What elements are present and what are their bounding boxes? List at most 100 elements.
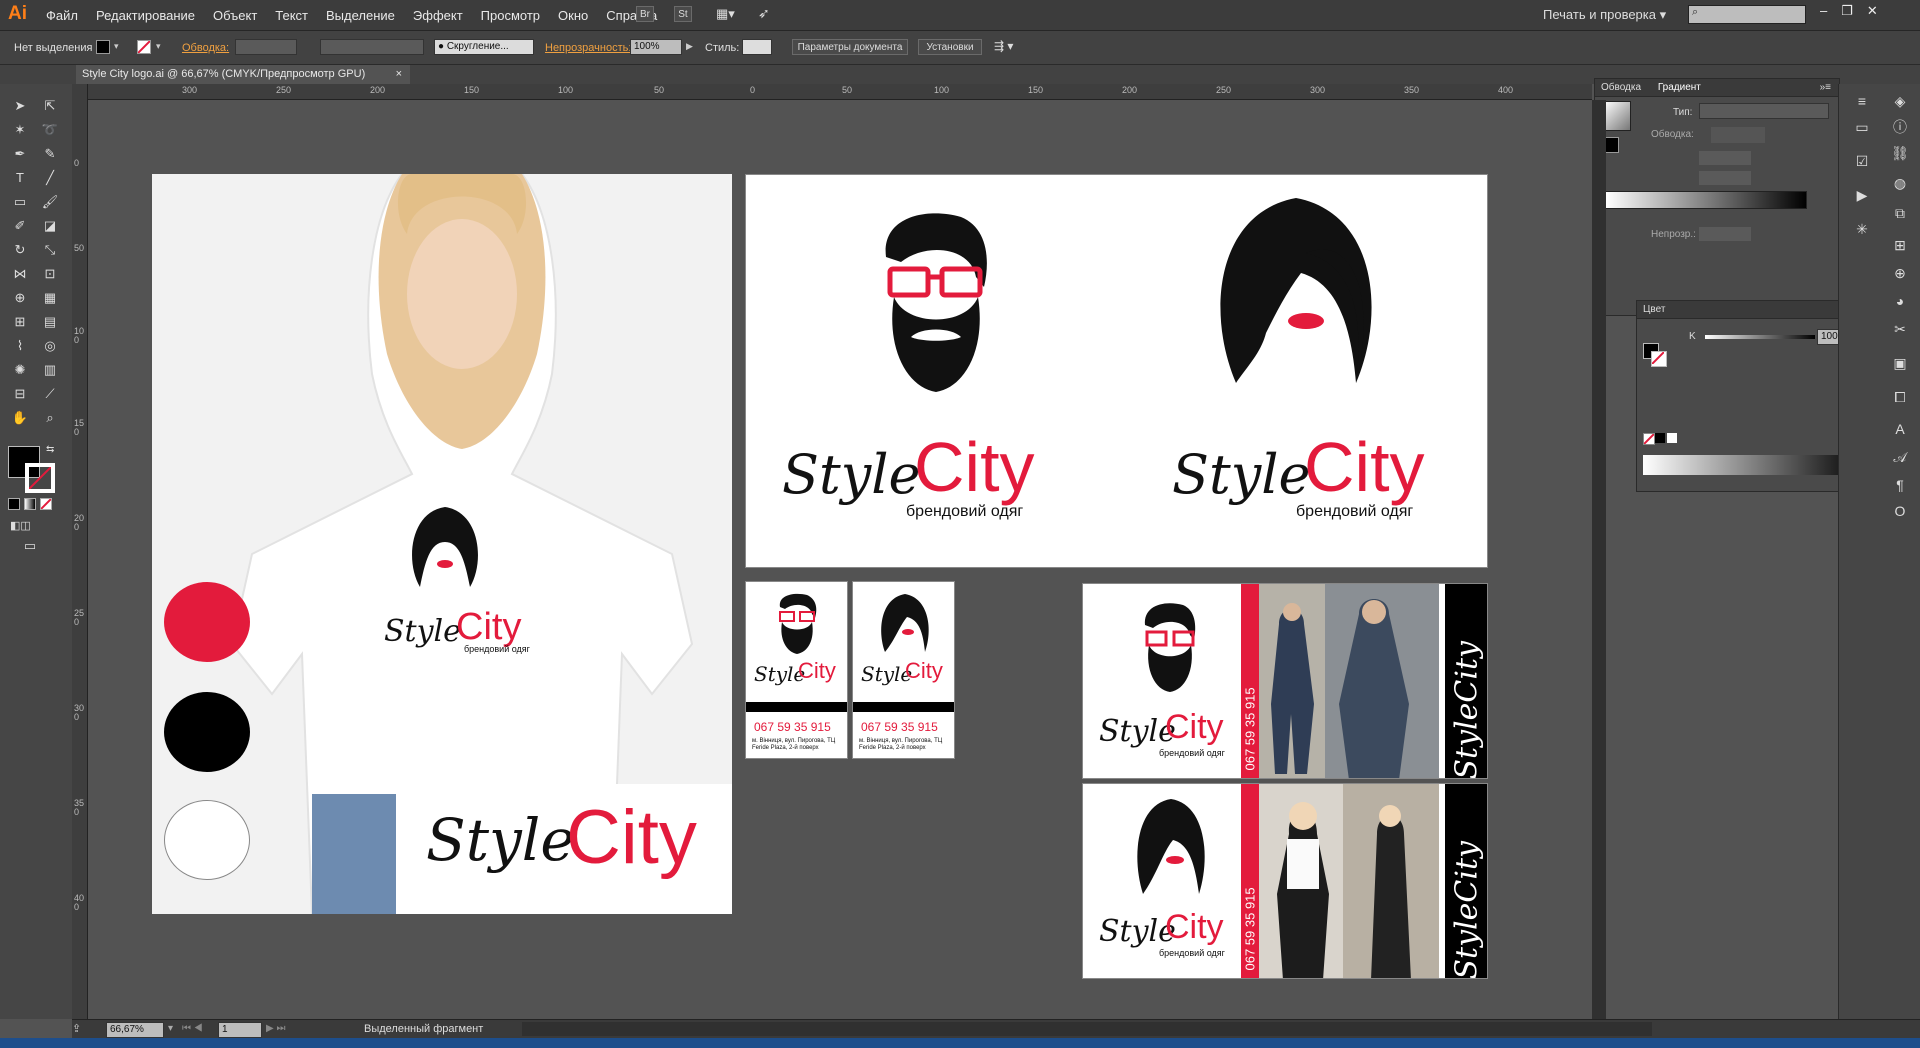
- magic-wand-tool-icon[interactable]: ✶: [10, 120, 30, 140]
- share-icon[interactable]: ⇪: [72, 1022, 81, 1035]
- align-options-icon[interactable]: ⇶ ▾: [994, 39, 1013, 53]
- screen-mode-icon[interactable]: ▭: [20, 536, 40, 556]
- artboard-number-field[interactable]: 1: [218, 1022, 262, 1038]
- opentype-icon[interactable]: O: [1891, 502, 1909, 520]
- info-icon[interactable]: ⓘ: [1891, 118, 1909, 136]
- menu-view[interactable]: Просмотр: [481, 8, 540, 23]
- opacity-label[interactable]: Непрозрачность:: [545, 42, 631, 54]
- stroke-weight-field[interactable]: [235, 39, 297, 55]
- paintbrush-tool-icon[interactable]: 🖌: [40, 192, 60, 212]
- eraser-tool-icon[interactable]: ◪: [40, 216, 60, 236]
- panel-menu-icon[interactable]: »≡: [1820, 79, 1831, 96]
- workspace-switcher[interactable]: Печать и проверка ▾: [1543, 7, 1666, 23]
- menu-window[interactable]: Окно: [558, 8, 588, 23]
- menu-object[interactable]: Объект: [213, 8, 257, 23]
- perspective-grid-tool-icon[interactable]: ▦: [40, 288, 60, 308]
- stroke-dropdown-icon[interactable]: ▾: [156, 41, 161, 52]
- menu-icon[interactable]: ≡: [1853, 92, 1871, 110]
- logos-artboard[interactable]: Style City брендовий одяг Style City бре…: [745, 174, 1488, 568]
- horizontal-scrollbar[interactable]: [522, 1022, 1652, 1036]
- mesh-tool-icon[interactable]: ⊞: [10, 312, 30, 332]
- scale-tool-icon[interactable]: ⤡: [40, 240, 60, 260]
- close-tab-button[interactable]: ×: [396, 65, 402, 84]
- selection-tool-icon[interactable]: ➤: [10, 96, 30, 116]
- menu-file[interactable]: Файл: [46, 8, 78, 23]
- opacity-arrow-icon[interactable]: ▶: [686, 41, 693, 52]
- menu-effect[interactable]: Эффект: [413, 8, 463, 23]
- tshirt-mockup-artboard[interactable]: Style City брендовий одяг Style City: [152, 174, 732, 914]
- color-spectrum[interactable]: [1643, 455, 1865, 475]
- rectangle-tool-icon[interactable]: ▭: [10, 192, 30, 212]
- document-tab[interactable]: Style City logo.ai @ 66,67% (CMYK/Предпр…: [76, 65, 410, 84]
- checkbox-icon[interactable]: ☑: [1853, 152, 1871, 170]
- shaper-tool-icon[interactable]: ✐: [10, 216, 30, 236]
- bridge-button[interactable]: Br: [636, 6, 654, 22]
- blend-tool-icon[interactable]: ◎: [40, 336, 60, 356]
- next-artboard-icon[interactable]: ▶ ⏭: [266, 1023, 285, 1034]
- first-artboard-icon[interactable]: ⏮ ◀: [182, 1023, 203, 1034]
- paragraph-styles-icon[interactable]: 𝒜: [1891, 448, 1909, 466]
- style-select[interactable]: [742, 39, 772, 55]
- color-guide-icon[interactable]: ◕: [1891, 292, 1909, 310]
- brush-select[interactable]: ● Скругление...: [434, 39, 534, 55]
- flyer-women[interactable]: Style City брендовий одяг 067 59 35 915 …: [1082, 783, 1488, 979]
- search-input[interactable]: ⌕: [1688, 5, 1806, 24]
- width-tool-icon[interactable]: ⋈: [10, 264, 30, 284]
- stock-button[interactable]: St: [674, 6, 692, 22]
- symbol-sprayer-tool-icon[interactable]: ✺: [10, 360, 30, 380]
- fill-swatch[interactable]: [96, 40, 110, 54]
- gradient-stroke-buttons[interactable]: [1711, 127, 1765, 143]
- stroke-swatch[interactable]: [137, 40, 151, 54]
- business-card-man[interactable]: Style City 067 59 35 915 м. Вінниця, вул…: [745, 581, 848, 759]
- color-stroke-swatch[interactable]: [1651, 351, 1667, 367]
- maximize-button[interactable]: ❐: [1841, 3, 1853, 19]
- arrange-documents-icon[interactable]: ▦▾: [716, 6, 738, 22]
- tab-gradient[interactable]: Градиент: [1658, 82, 1701, 93]
- vertical-scrollbar[interactable]: [1592, 100, 1606, 1019]
- paragraph-icon[interactable]: ¶: [1891, 476, 1909, 494]
- color-none-icon[interactable]: [1643, 433, 1655, 445]
- gradient-panel-icon[interactable]: ▭: [1853, 118, 1871, 136]
- brushes-icon[interactable]: ✂: [1891, 320, 1909, 338]
- character-icon[interactable]: A: [1891, 420, 1909, 438]
- gradient-aspect-field[interactable]: [1699, 171, 1751, 185]
- symbols-icon[interactable]: ✳: [1853, 220, 1871, 238]
- gradient-angle-field[interactable]: [1699, 151, 1751, 165]
- pen-tool-icon[interactable]: ✒: [10, 144, 30, 164]
- document-setup-button[interactable]: Параметры документа: [792, 39, 908, 55]
- gradient-mode-icon[interactable]: [24, 498, 36, 510]
- close-window-button[interactable]: ✕: [1867, 3, 1878, 19]
- variable-width-select[interactable]: [320, 39, 424, 55]
- transform-icon[interactable]: ⊕: [1891, 264, 1909, 282]
- preferences-button[interactable]: Установки: [918, 39, 982, 55]
- artboard-tool-icon[interactable]: ⊟: [10, 384, 30, 404]
- minimize-button[interactable]: –: [1820, 3, 1827, 19]
- color-k-slider[interactable]: [1705, 335, 1815, 339]
- links-icon[interactable]: ⛓: [1891, 144, 1909, 162]
- gradient-type-select[interactable]: [1699, 103, 1829, 119]
- fill-dropdown-icon[interactable]: ▾: [114, 41, 119, 52]
- appearance-icon[interactable]: ◍: [1891, 174, 1909, 192]
- flyer-men[interactable]: Style City брендовий одяг 067 59 35 915 …: [1082, 583, 1488, 779]
- color-mode-icon[interactable]: [8, 498, 20, 510]
- palette-white-swatch[interactable]: [164, 800, 250, 880]
- layers-icon[interactable]: ◈: [1891, 92, 1909, 110]
- curvature-tool-icon[interactable]: ✎: [40, 144, 60, 164]
- column-graph-tool-icon[interactable]: ▥: [40, 360, 60, 380]
- color-white-icon[interactable]: [1667, 433, 1677, 443]
- slice-tool-icon[interactable]: ⟋: [40, 384, 60, 404]
- tab-stroke[interactable]: Обводка: [1601, 82, 1641, 93]
- line-tool-icon[interactable]: ╱: [40, 168, 60, 188]
- gradient-opacity-field[interactable]: [1699, 227, 1751, 241]
- type-tool-icon[interactable]: T: [10, 168, 30, 188]
- transparency-icon[interactable]: ⧉: [1891, 204, 1909, 222]
- gradient-preview[interactable]: [1603, 101, 1631, 131]
- palette-black-swatch[interactable]: [164, 692, 250, 772]
- gradient-slider[interactable]: [1605, 191, 1807, 209]
- shape-builder-tool-icon[interactable]: ⊕: [10, 288, 30, 308]
- business-card-woman[interactable]: Style City 067 59 35 915 м. Вінниця, вул…: [852, 581, 955, 759]
- rotate-tool-icon[interactable]: ↻: [10, 240, 30, 260]
- gradient-tool-icon[interactable]: ▤: [40, 312, 60, 332]
- swap-colors-icon[interactable]: ⇆: [46, 444, 54, 455]
- eyedropper-tool-icon[interactable]: ⌇: [10, 336, 30, 356]
